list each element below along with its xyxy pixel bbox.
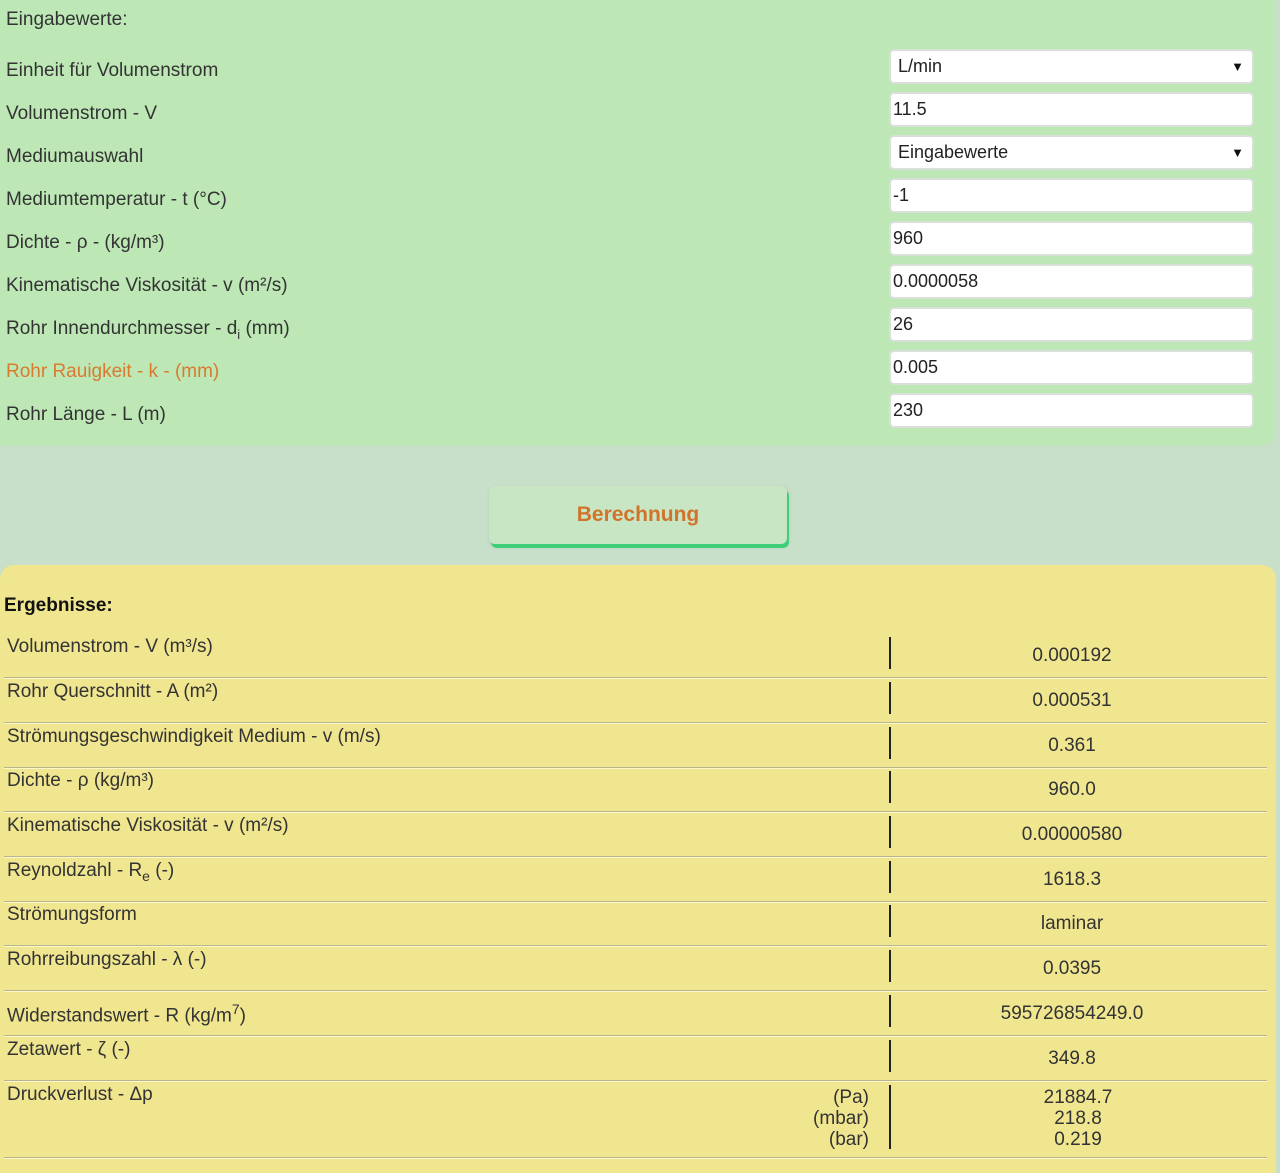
unit-bar: (bar)	[828, 1129, 869, 1150]
result-row-flow: Volumenstrom - V (m³/s) 0.000192	[4, 633, 1267, 678]
input-panel: Eingabewerte: Einheit für Volumenstrom L…	[0, 0, 1275, 446]
result-row-reynolds: Reynoldzahl - Re (-) 1618.3	[4, 857, 1267, 902]
pressure-loss-label: Druckverlust - Δp	[7, 1084, 153, 1105]
flow-unit-label: Einheit für Volumenstrom	[6, 60, 219, 81]
flow-unit-select[interactable]: L/min ▼	[889, 49, 1254, 84]
column-divider	[889, 1040, 891, 1072]
column-divider	[889, 950, 891, 982]
result-row-density: Dichte - ρ (kg/m³) 960.0	[4, 767, 1267, 812]
medium-select[interactable]: Eingabewerte ▼	[889, 135, 1254, 170]
roughness-input[interactable]: 0.005	[889, 350, 1254, 385]
reynolds-label-unit: (-)	[149, 860, 175, 881]
reynolds-label-subscript: e	[142, 867, 150, 884]
column-divider	[889, 727, 891, 759]
results-title: Ergebnisse:	[4, 595, 113, 616]
column-divider	[889, 771, 891, 803]
result-row-zeta: Zetawert - ζ (-) 349.8	[4, 1036, 1267, 1081]
result-row-velocity: Strömungsgeschwindigkeit Medium - v (m/s…	[4, 723, 1267, 768]
column-divider	[889, 816, 891, 848]
diameter-label-text: Rohr Innendurchmesser - d	[6, 318, 238, 339]
result-value: 0.361	[1048, 735, 1096, 756]
column-divider	[889, 861, 891, 893]
roughness-label: Rohr Rauigkeit - k - (mm)	[6, 361, 220, 382]
pressure-units: (Pa) (mbar) (bar)	[813, 1087, 869, 1150]
unit-pa: (Pa)	[833, 1087, 869, 1108]
result-label: Strömungsform	[7, 904, 137, 925]
density-label: Dichte - ρ - (kg/m³)	[6, 232, 165, 253]
resistance-label-superscript: 7	[231, 1001, 240, 1017]
result-row-viscosity: Kinematische Viskosität - v (m²/s) 0.000…	[4, 812, 1267, 857]
result-label: Kinematische Viskosität - v (m²/s)	[7, 815, 289, 836]
input-row-length: Rohr Länge - L (m) 230	[0, 393, 1275, 445]
value-mbar: 218.8	[1054, 1108, 1102, 1129]
value-bar: 0.219	[1054, 1129, 1102, 1150]
density-input[interactable]: 960	[889, 221, 1254, 256]
temperature-label: Mediumtemperatur - t (°C)	[6, 189, 227, 210]
result-value: 349.8	[1048, 1048, 1096, 1069]
unit-mbar: (mbar)	[813, 1108, 869, 1129]
result-label: Rohrreibungszahl - λ (-)	[7, 949, 207, 970]
flow-input[interactable]: 11.5	[889, 92, 1254, 127]
column-divider	[889, 682, 891, 714]
flow-unit-value: L/min	[898, 56, 943, 76]
medium-label: Mediumauswahl	[6, 146, 144, 167]
temperature-input[interactable]: -1	[889, 178, 1254, 213]
result-row-flow-type: Strömungsform laminar	[4, 901, 1267, 946]
results-panel: Ergebnisse: Volumenstrom - V (m³/s) 0.00…	[0, 565, 1276, 1173]
pressure-values: 21884.7 218.8 0.219	[892, 1087, 1264, 1150]
column-divider	[889, 1085, 891, 1149]
value-pa: 21884.7	[1043, 1087, 1113, 1108]
result-value: 960.0	[1048, 779, 1096, 800]
result-label: Widerstandswert - R (kg/m7)	[7, 997, 246, 1028]
diameter-label: Rohr Innendurchmesser - di (mm)	[6, 316, 290, 348]
result-label: Strömungsgeschwindigkeit Medium - v (m/s…	[7, 726, 381, 747]
result-label: Reynoldzahl - Re (-)	[7, 859, 174, 888]
viscosity-input[interactable]: 0.0000058	[889, 264, 1254, 299]
diameter-label-unit: (mm)	[240, 318, 290, 339]
result-label: Dichte - ρ (kg/m³)	[7, 770, 154, 791]
dropdown-arrow-icon: ▼	[1231, 59, 1244, 74]
result-value: 0.000531	[1032, 690, 1112, 711]
viscosity-label: Kinematische Viskosität - v (m²/s)	[6, 275, 288, 296]
result-row-resistance: Widerstandswert - R (kg/m7) 595726854249…	[4, 991, 1267, 1036]
result-value: 0.00000580	[1021, 824, 1123, 845]
column-divider	[889, 995, 891, 1027]
flow-label: Volumenstrom - V	[6, 103, 157, 124]
resistance-label-close: )	[239, 1005, 246, 1027]
result-row-friction: Rohrreibungszahl - λ (-) 0.0395	[4, 946, 1267, 991]
reynolds-label-text: Reynoldzahl - R	[7, 860, 143, 881]
length-label: Rohr Länge - L (m)	[6, 404, 166, 425]
result-value: 0.000192	[1032, 645, 1112, 666]
dropdown-arrow-icon: ▼	[1231, 145, 1244, 160]
column-divider	[889, 637, 891, 669]
result-value: 1618.3	[1042, 869, 1102, 890]
diameter-input[interactable]: 26	[889, 307, 1254, 342]
length-input[interactable]: 230	[889, 393, 1254, 428]
result-row-area: Rohr Querschnitt - A (m²) 0.000531	[4, 678, 1267, 723]
result-value: laminar	[1040, 913, 1104, 934]
input-panel-title: Eingabewerte:	[6, 9, 128, 30]
resistance-label-text: Widerstandswert - R (kg/m	[7, 1005, 232, 1027]
result-row-pressure-loss: Druckverlust - Δp (Pa) (mbar) (bar) 2188…	[4, 1081, 1267, 1158]
result-value: 595726854249.0	[1000, 1003, 1144, 1024]
result-label: Volumenstrom - V (m³/s)	[7, 636, 213, 657]
result-label: Rohr Querschnitt - A (m²)	[7, 681, 219, 702]
column-divider	[889, 905, 891, 937]
result-value: 0.0395	[1042, 958, 1102, 979]
medium-value: Eingabewerte	[898, 142, 1009, 162]
result-label: Zetawert - ζ (-)	[7, 1039, 131, 1060]
calculate-button[interactable]: Berechnung	[489, 486, 787, 544]
